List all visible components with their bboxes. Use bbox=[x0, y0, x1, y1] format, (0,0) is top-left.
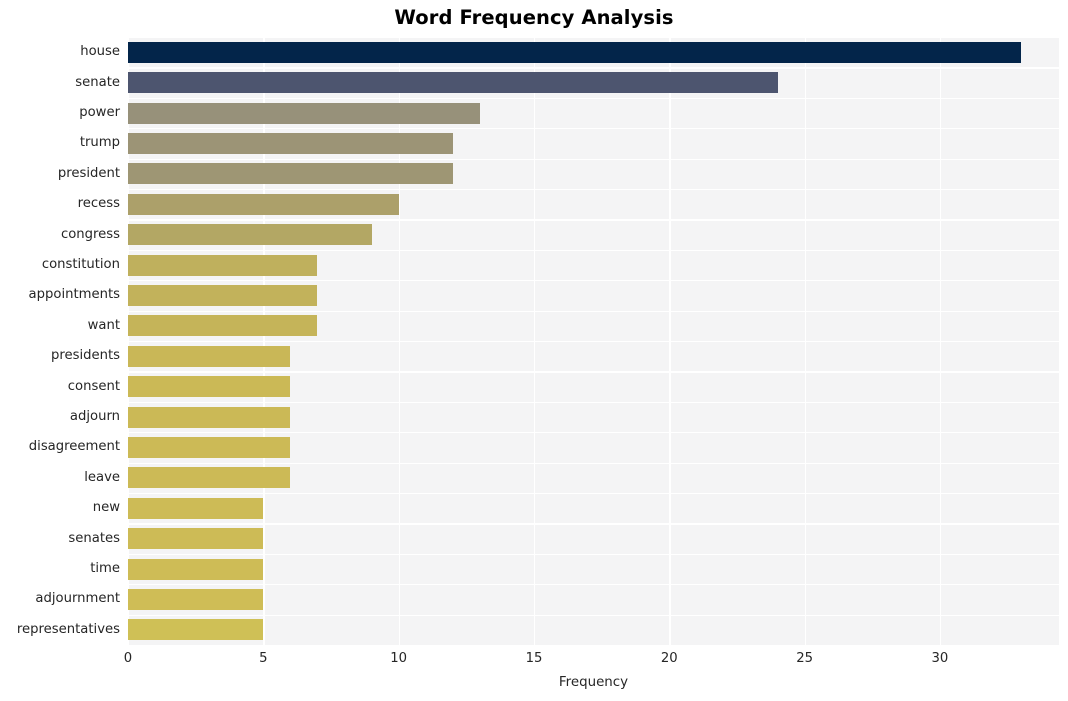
y-gridline bbox=[128, 37, 1059, 39]
y-axis-tick-label: senates bbox=[68, 530, 120, 546]
bar bbox=[128, 163, 453, 185]
bar bbox=[128, 315, 318, 337]
y-axis-tick-label: new bbox=[92, 500, 120, 516]
bar bbox=[128, 558, 264, 580]
x-axis-tick-label: 10 bbox=[390, 651, 408, 666]
y-axis-tick-label: want bbox=[87, 317, 120, 333]
y-axis-tick-label: trump bbox=[79, 135, 120, 151]
x-axis-title: Frequency bbox=[558, 675, 629, 690]
y-axis-tick-label: representatives bbox=[16, 621, 120, 637]
y-gridline bbox=[128, 128, 1059, 130]
x-axis-tick-label: 0 bbox=[123, 651, 133, 666]
bar bbox=[128, 406, 291, 428]
chart-figure: Word Frequency Analysis house senate power… bbox=[0, 0, 1068, 701]
y-gridline bbox=[128, 523, 1059, 525]
y-gridline bbox=[128, 401, 1059, 404]
bar bbox=[128, 528, 264, 550]
x-axis-tick-label: 25 bbox=[796, 651, 813, 666]
y-axis-tick-label: time bbox=[90, 561, 120, 576]
y-gridline bbox=[128, 493, 1059, 495]
bar bbox=[128, 224, 372, 246]
y-axis-tick-label: recess bbox=[77, 196, 120, 212]
y-gridline bbox=[128, 462, 1059, 464]
bar bbox=[128, 193, 399, 215]
y-axis-tick-label: adjournment bbox=[35, 591, 120, 607]
x-axis-tick-label: 5 bbox=[259, 651, 268, 666]
bar bbox=[128, 345, 291, 367]
y-axis-tick-label: president bbox=[57, 165, 120, 181]
y-axis-tick-label: power bbox=[79, 105, 120, 120]
bar bbox=[128, 254, 318, 276]
bar bbox=[128, 284, 318, 306]
y-axis-tick-label: congress bbox=[60, 226, 120, 242]
x-axis-tick-label: 30 bbox=[931, 651, 949, 666]
y-gridline bbox=[128, 97, 1059, 100]
x-axis-tick-label: 20 bbox=[660, 651, 678, 666]
bar bbox=[128, 132, 453, 154]
bar bbox=[128, 467, 291, 489]
bar bbox=[128, 497, 264, 519]
y-axis-tick-label: house bbox=[80, 44, 120, 60]
x-axis-tick-label: 15 bbox=[525, 651, 543, 666]
y-gridline bbox=[128, 341, 1059, 343]
y-axis-tick-label: disagreement bbox=[28, 439, 120, 455]
y-gridline bbox=[128, 553, 1059, 556]
bar bbox=[128, 102, 480, 124]
y-gridline bbox=[128, 249, 1059, 252]
y-gridline bbox=[128, 432, 1059, 434]
y-gridline bbox=[128, 219, 1059, 221]
bar bbox=[128, 376, 291, 398]
y-gridline bbox=[128, 189, 1059, 191]
y-axis-tick-label: presidents bbox=[50, 348, 120, 364]
x-axis-tick-labels: 0 5 10 15 20 25 30 bbox=[0, 645, 1068, 671]
bar bbox=[128, 436, 291, 458]
y-gridline bbox=[128, 584, 1059, 586]
bar bbox=[128, 619, 264, 641]
y-axis-tick-label: senate bbox=[75, 74, 120, 90]
bar bbox=[128, 72, 778, 94]
y-gridline bbox=[128, 371, 1059, 373]
y-gridline bbox=[128, 614, 1059, 616]
y-gridline bbox=[128, 158, 1059, 160]
y-gridline bbox=[128, 67, 1059, 69]
bar bbox=[128, 588, 264, 610]
y-gridline bbox=[128, 280, 1059, 282]
plot-area bbox=[128, 37, 1059, 645]
y-axis-tick-label: constitution bbox=[41, 257, 120, 272]
y-axis-tick-label: appointments bbox=[28, 287, 120, 303]
y-gridline bbox=[128, 310, 1059, 312]
bar bbox=[128, 41, 1022, 63]
y-axis-tick-label: adjourn bbox=[69, 409, 120, 424]
y-axis-tick-label: consent bbox=[67, 378, 120, 394]
y-axis-tick-labels: house senate power trump president recess cong… bbox=[0, 37, 120, 645]
chart-title: Word Frequency Analysis bbox=[394, 6, 674, 29]
y-axis-tick-label: leave bbox=[84, 469, 120, 485]
